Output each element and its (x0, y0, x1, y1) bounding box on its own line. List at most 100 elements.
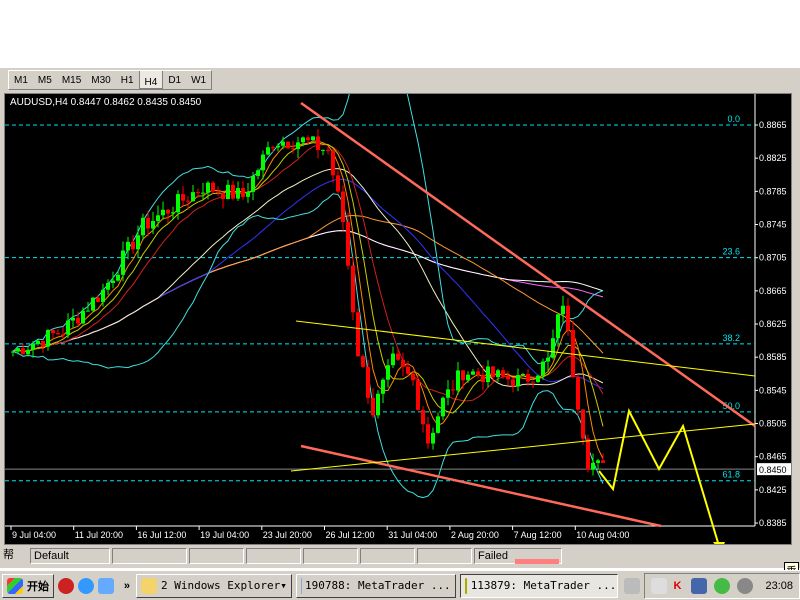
candle-body (346, 222, 350, 266)
candle-body (56, 333, 60, 335)
price-tick-label: 0.8505 (759, 419, 787, 429)
start-button[interactable]: 开始 (2, 573, 54, 598)
candle-body (581, 409, 585, 439)
moving-average-60 (12, 214, 604, 354)
candle-body (71, 317, 75, 321)
candle-body (466, 374, 470, 381)
price-chart[interactable]: 0.8865 0.8825 0.8785 0.8745 0.8705 0.8665 0.86… (5, 94, 791, 544)
time-tick-label: 7 Aug 12:00 (514, 530, 562, 540)
candle-body (196, 192, 200, 194)
tab-m30[interactable]: M30 (86, 71, 115, 89)
tab-w1[interactable]: W1 (186, 71, 211, 89)
candle-body (311, 136, 315, 141)
candle-body (561, 305, 565, 315)
candle-body (451, 389, 455, 391)
candle-body (506, 376, 510, 380)
candle-body (11, 351, 15, 353)
folder-icon (141, 577, 158, 594)
price-tick-label: 0.8825 (759, 153, 787, 163)
candle-body (96, 297, 100, 303)
price-tick-label: 0.8545 (759, 385, 787, 395)
candle-body (261, 154, 265, 171)
tab-m1[interactable]: M1 (9, 71, 33, 89)
candle-body (541, 361, 545, 376)
internet-explorer-icon[interactable] (77, 577, 94, 594)
candle-body (486, 366, 490, 383)
candle-body (366, 366, 370, 398)
support-trendline (300, 444, 662, 528)
price-tick-label: 0.8585 (759, 352, 787, 362)
chart-header: AUDUSD,H4 0.8447 0.8462 0.8435 0.8450 (10, 97, 202, 108)
candle-body (306, 137, 310, 141)
candle-body (286, 141, 290, 149)
candle-body (521, 374, 525, 376)
candle-body (271, 147, 275, 149)
tab-m5[interactable]: M5 (33, 71, 57, 89)
candle-body (476, 371, 480, 375)
chart-area[interactable]: 0.8865 0.8825 0.8785 0.8745 0.8705 0.8665 0.86… (4, 93, 792, 545)
speaker-icon[interactable] (736, 577, 753, 594)
candle-body (171, 212, 175, 214)
candle-body (591, 462, 595, 470)
tab-h1[interactable]: H1 (116, 71, 139, 89)
candle-body (551, 338, 555, 358)
taskbar-item-explorer[interactable]: 2 Windows Explorer ▾ (136, 573, 292, 598)
tab-h4[interactable]: H4 (138, 71, 164, 89)
candle-body (526, 374, 530, 382)
taskbar: 开始 » 2 Windows Explorer ▾ 190788: MetaTra… (0, 570, 800, 600)
tab-d1[interactable]: D1 (163, 71, 186, 89)
candle-body (26, 349, 30, 355)
price-tick-label: 0.8425 (759, 485, 787, 495)
kaspersky-icon[interactable]: K (674, 580, 688, 592)
candle-body (596, 460, 600, 463)
candle-body (546, 357, 550, 362)
keyboard-icon[interactable] (623, 577, 640, 594)
time-tick-label: 26 Jul 12:00 (326, 530, 375, 540)
outlook-icon[interactable] (97, 577, 114, 594)
candle-body (36, 340, 40, 345)
monitor-icon[interactable] (690, 577, 707, 594)
messenger-icon[interactable] (713, 577, 730, 594)
moving-average-12 (12, 144, 604, 402)
candle-body (361, 356, 365, 367)
bollinger-upper (12, 94, 604, 365)
candle-body (16, 348, 20, 352)
fib-level-label: 0.0 (727, 114, 740, 124)
network-icon[interactable] (650, 577, 667, 594)
candle-body (406, 366, 410, 374)
candle-body (376, 393, 380, 416)
candle-body (391, 353, 395, 366)
candle-body (66, 320, 70, 335)
candle-body (456, 370, 460, 391)
quicklaunch-more[interactable]: » (124, 580, 130, 592)
taskbar-item-metatrader-2[interactable]: 113879: MetaTrader ... (459, 573, 618, 598)
candle-body (31, 344, 35, 350)
quicklaunch-app-icon[interactable] (57, 577, 74, 594)
candle-body (146, 217, 150, 229)
candle-body (241, 188, 245, 197)
candle-body (111, 280, 115, 283)
candle-body (351, 265, 355, 313)
tab-m15[interactable]: M15 (57, 71, 86, 89)
candle-body (51, 329, 55, 334)
candle-body (276, 145, 280, 148)
candle-body (61, 334, 65, 336)
candle-body (151, 221, 155, 229)
candle-body (291, 148, 295, 150)
time-tick-label: 31 Jul 04:00 (388, 530, 437, 540)
taskbar-item-metatrader-1[interactable]: 190788: MetaTrader ... (295, 573, 456, 598)
candle-body (201, 192, 205, 194)
candle-body (41, 340, 45, 347)
candle-body (116, 274, 120, 281)
time-tick-label: 23 Jul 20:00 (263, 530, 312, 540)
candle-body (156, 215, 160, 222)
help-glyph: 帮 (3, 549, 14, 561)
candle-body (251, 175, 255, 192)
candle-body (371, 397, 375, 416)
candle-body (431, 432, 435, 444)
price-tick-label: 0.8865 (759, 120, 787, 130)
candle-body (576, 377, 580, 410)
time-tick-label: 9 Jul 04:00 (12, 530, 56, 540)
candle-body (586, 438, 590, 470)
candle-body (256, 170, 260, 176)
